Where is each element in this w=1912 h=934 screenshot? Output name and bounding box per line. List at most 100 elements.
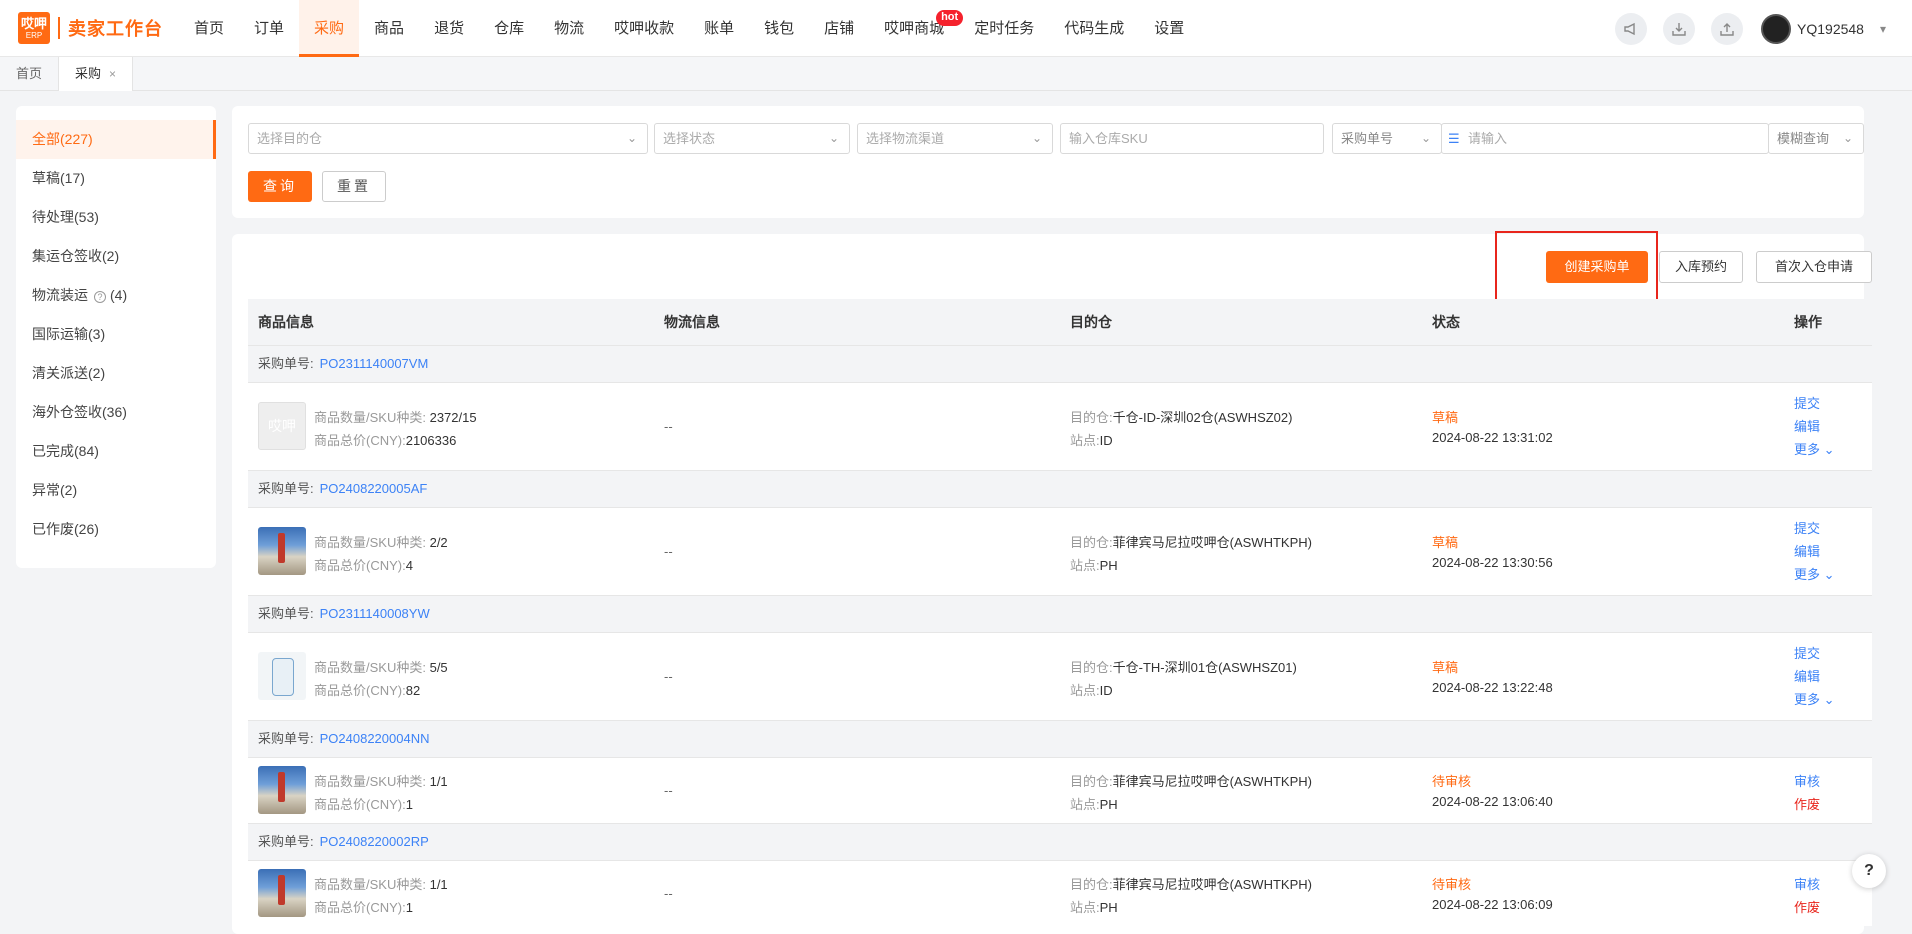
more-dropdown[interactable]: 更多 ⌄ [1794, 439, 1835, 458]
upload-icon[interactable] [1711, 12, 1744, 45]
sidebar-item-intl-transport[interactable]: 国际运输(3) [16, 315, 216, 354]
site-value: PH [1099, 900, 1118, 915]
sidebar-item-consolidation-signed[interactable]: 集运仓签收(2) [16, 237, 216, 276]
announcement-icon[interactable] [1615, 12, 1648, 45]
nav-purchase[interactable]: 采购 [299, 0, 360, 57]
sidebar-item-shipping[interactable]: 物流装运? (4) [16, 276, 216, 315]
group-header: 采购单号: PO2408220004NN [248, 720, 1872, 758]
field-type-select[interactable]: 采购单号 ⌄ [1332, 123, 1442, 154]
status-badge: 待审核 [1432, 877, 1472, 892]
submit-link[interactable]: 提交 [1794, 518, 1820, 537]
void-link[interactable]: 作废 [1794, 794, 1820, 813]
logistics-select[interactable]: 选择物流渠道 ⌄ [857, 123, 1053, 154]
table-row: 商品数量/SKU种类: 5/5 商品总价(CNY):82 -- 目的仓:千仓-T… [248, 633, 1872, 720]
product-thumbnail[interactable] [258, 869, 306, 917]
sidebar-item-voided[interactable]: 已作废(26) [16, 510, 216, 549]
review-link[interactable]: 审核 [1794, 771, 1820, 790]
first-inbound-apply-button[interactable]: 首次入仓申请 [1756, 251, 1872, 283]
status-select[interactable]: 选择状态 ⌄ [654, 123, 850, 154]
nav-mall[interactable]: 哎呷商城 hot [869, 0, 964, 57]
help-icon[interactable]: ? [94, 291, 106, 303]
po-label: 采购单号: [258, 606, 314, 621]
status-badge: 草稿 [1432, 660, 1459, 675]
po-number-link[interactable]: PO2408220004NN [320, 731, 430, 746]
main-nav: 首页 订单 采购 商品 退货 仓库 物流 哎呷收款 账单 钱包 店铺 哎呷商城 h… [179, 0, 1199, 57]
chevron-down-icon: ⌄ [828, 131, 839, 145]
warehouse-select[interactable]: 选择目的仓 ⌄ [248, 123, 648, 154]
nav-settings[interactable]: 设置 [1139, 0, 1199, 57]
nav-warehouse[interactable]: 仓库 [479, 0, 539, 57]
tab-purchase[interactable]: 采购 × [59, 57, 134, 91]
total-label: 商品总价(CNY): [314, 683, 406, 698]
po-number-link[interactable]: PO2311140007VM [320, 356, 429, 371]
sidebar-item-overseas-signed[interactable]: 海外仓签收(36) [16, 393, 216, 432]
nav-orders[interactable]: 订单 [239, 0, 299, 57]
chevron-down-icon[interactable]: ▾ [1880, 22, 1886, 36]
total-label: 商品总价(CNY): [314, 797, 406, 812]
total-value: 2106336 [405, 433, 457, 448]
match-mode-value: 模糊查询 [1777, 131, 1830, 146]
nav-scheduled-tasks[interactable]: 定时任务 [959, 0, 1049, 57]
download-icon[interactable] [1663, 12, 1696, 45]
edit-link[interactable]: 编辑 [1794, 541, 1820, 560]
username[interactable]: YQ192548 [1797, 21, 1864, 37]
help-button[interactable]: ? [1852, 854, 1886, 888]
brand-logo[interactable]: 哎呷 ERP 卖家工作台 [18, 0, 163, 57]
submit-link[interactable]: 提交 [1794, 643, 1820, 662]
product-thumbnail[interactable] [258, 766, 306, 814]
review-link[interactable]: 审核 [1794, 874, 1820, 893]
tab-home[interactable]: 首页 [0, 57, 60, 91]
total-value: 82 [405, 683, 421, 698]
edit-link[interactable]: 编辑 [1794, 416, 1820, 435]
sidebar-item-all[interactable]: 全部(227) [16, 120, 216, 159]
sidebar-item-shipping-label: 物流装运 [32, 287, 88, 303]
batch-input-icon[interactable]: ☰ [1448, 124, 1460, 153]
po-number-link[interactable]: PO2311140008YW [320, 606, 430, 621]
nav-codegen[interactable]: 代码生成 [1049, 0, 1139, 57]
nav-wallet[interactable]: 钱包 [749, 0, 809, 57]
sku-input[interactable]: 输入仓库SKU [1060, 123, 1324, 154]
reset-button[interactable]: 重置 [322, 171, 386, 202]
match-mode-select[interactable]: 模糊查询 ⌄ [1768, 123, 1864, 154]
edit-link[interactable]: 编辑 [1794, 666, 1820, 685]
nav-products[interactable]: 商品 [359, 0, 419, 57]
nav-home[interactable]: 首页 [179, 0, 239, 57]
nav-logistics[interactable]: 物流 [539, 0, 599, 57]
nav-returns[interactable]: 退货 [419, 0, 479, 57]
po-number-link[interactable]: PO2408220005AF [320, 481, 428, 496]
product-thumbnail[interactable] [258, 527, 306, 575]
po-number-link[interactable]: PO2408220002RP [320, 834, 429, 849]
nav-payments[interactable]: 哎呷收款 [599, 0, 689, 57]
status-badge: 草稿 [1432, 535, 1459, 550]
create-purchase-button[interactable]: 创建采购单 [1546, 251, 1648, 283]
nav-stores[interactable]: 店铺 [809, 0, 869, 57]
void-link[interactable]: 作废 [1794, 897, 1820, 916]
logo-icon: 哎呷 ERP [18, 12, 50, 44]
logistics-value: -- [664, 783, 673, 798]
keyword-input[interactable]: ☰ 请输入 [1441, 123, 1769, 154]
more-dropdown[interactable]: 更多 ⌄ [1794, 689, 1835, 708]
sidebar-item-exception[interactable]: 异常(2) [16, 471, 216, 510]
sidebar-item-customs[interactable]: 清关派送(2) [16, 354, 216, 393]
qty-value: 2/2 [429, 535, 448, 550]
query-button[interactable]: 查询 [248, 171, 312, 202]
group-header: 采购单号: PO2311140008YW [248, 595, 1872, 633]
sidebar-item-completed[interactable]: 已完成(84) [16, 432, 216, 471]
logo-mark-text: 哎呷 [20, 15, 47, 31]
sidebar-item-draft[interactable]: 草稿(17) [16, 159, 216, 198]
close-icon[interactable]: × [109, 67, 116, 81]
nav-bills[interactable]: 账单 [689, 0, 749, 57]
header-warehouse: 目的仓 [1070, 314, 1112, 330]
more-dropdown[interactable]: 更多 ⌄ [1794, 564, 1835, 583]
product-thumbnail[interactable] [258, 652, 306, 700]
product-thumbnail[interactable]: 哎呷 [258, 402, 306, 450]
site-value: ID [1099, 683, 1113, 698]
avatar[interactable] [1761, 13, 1792, 44]
wh-label: 目的仓: [1070, 535, 1113, 550]
sidebar-item-pending[interactable]: 待处理(53) [16, 198, 216, 237]
chevron-down-icon: ⌄ [1823, 567, 1835, 582]
header-product: 商品信息 [258, 314, 314, 330]
submit-link[interactable]: 提交 [1794, 393, 1820, 412]
sidebar-item-shipping-count: (4) [110, 287, 128, 303]
inbound-reserve-button[interactable]: 入库预约 [1659, 251, 1743, 283]
